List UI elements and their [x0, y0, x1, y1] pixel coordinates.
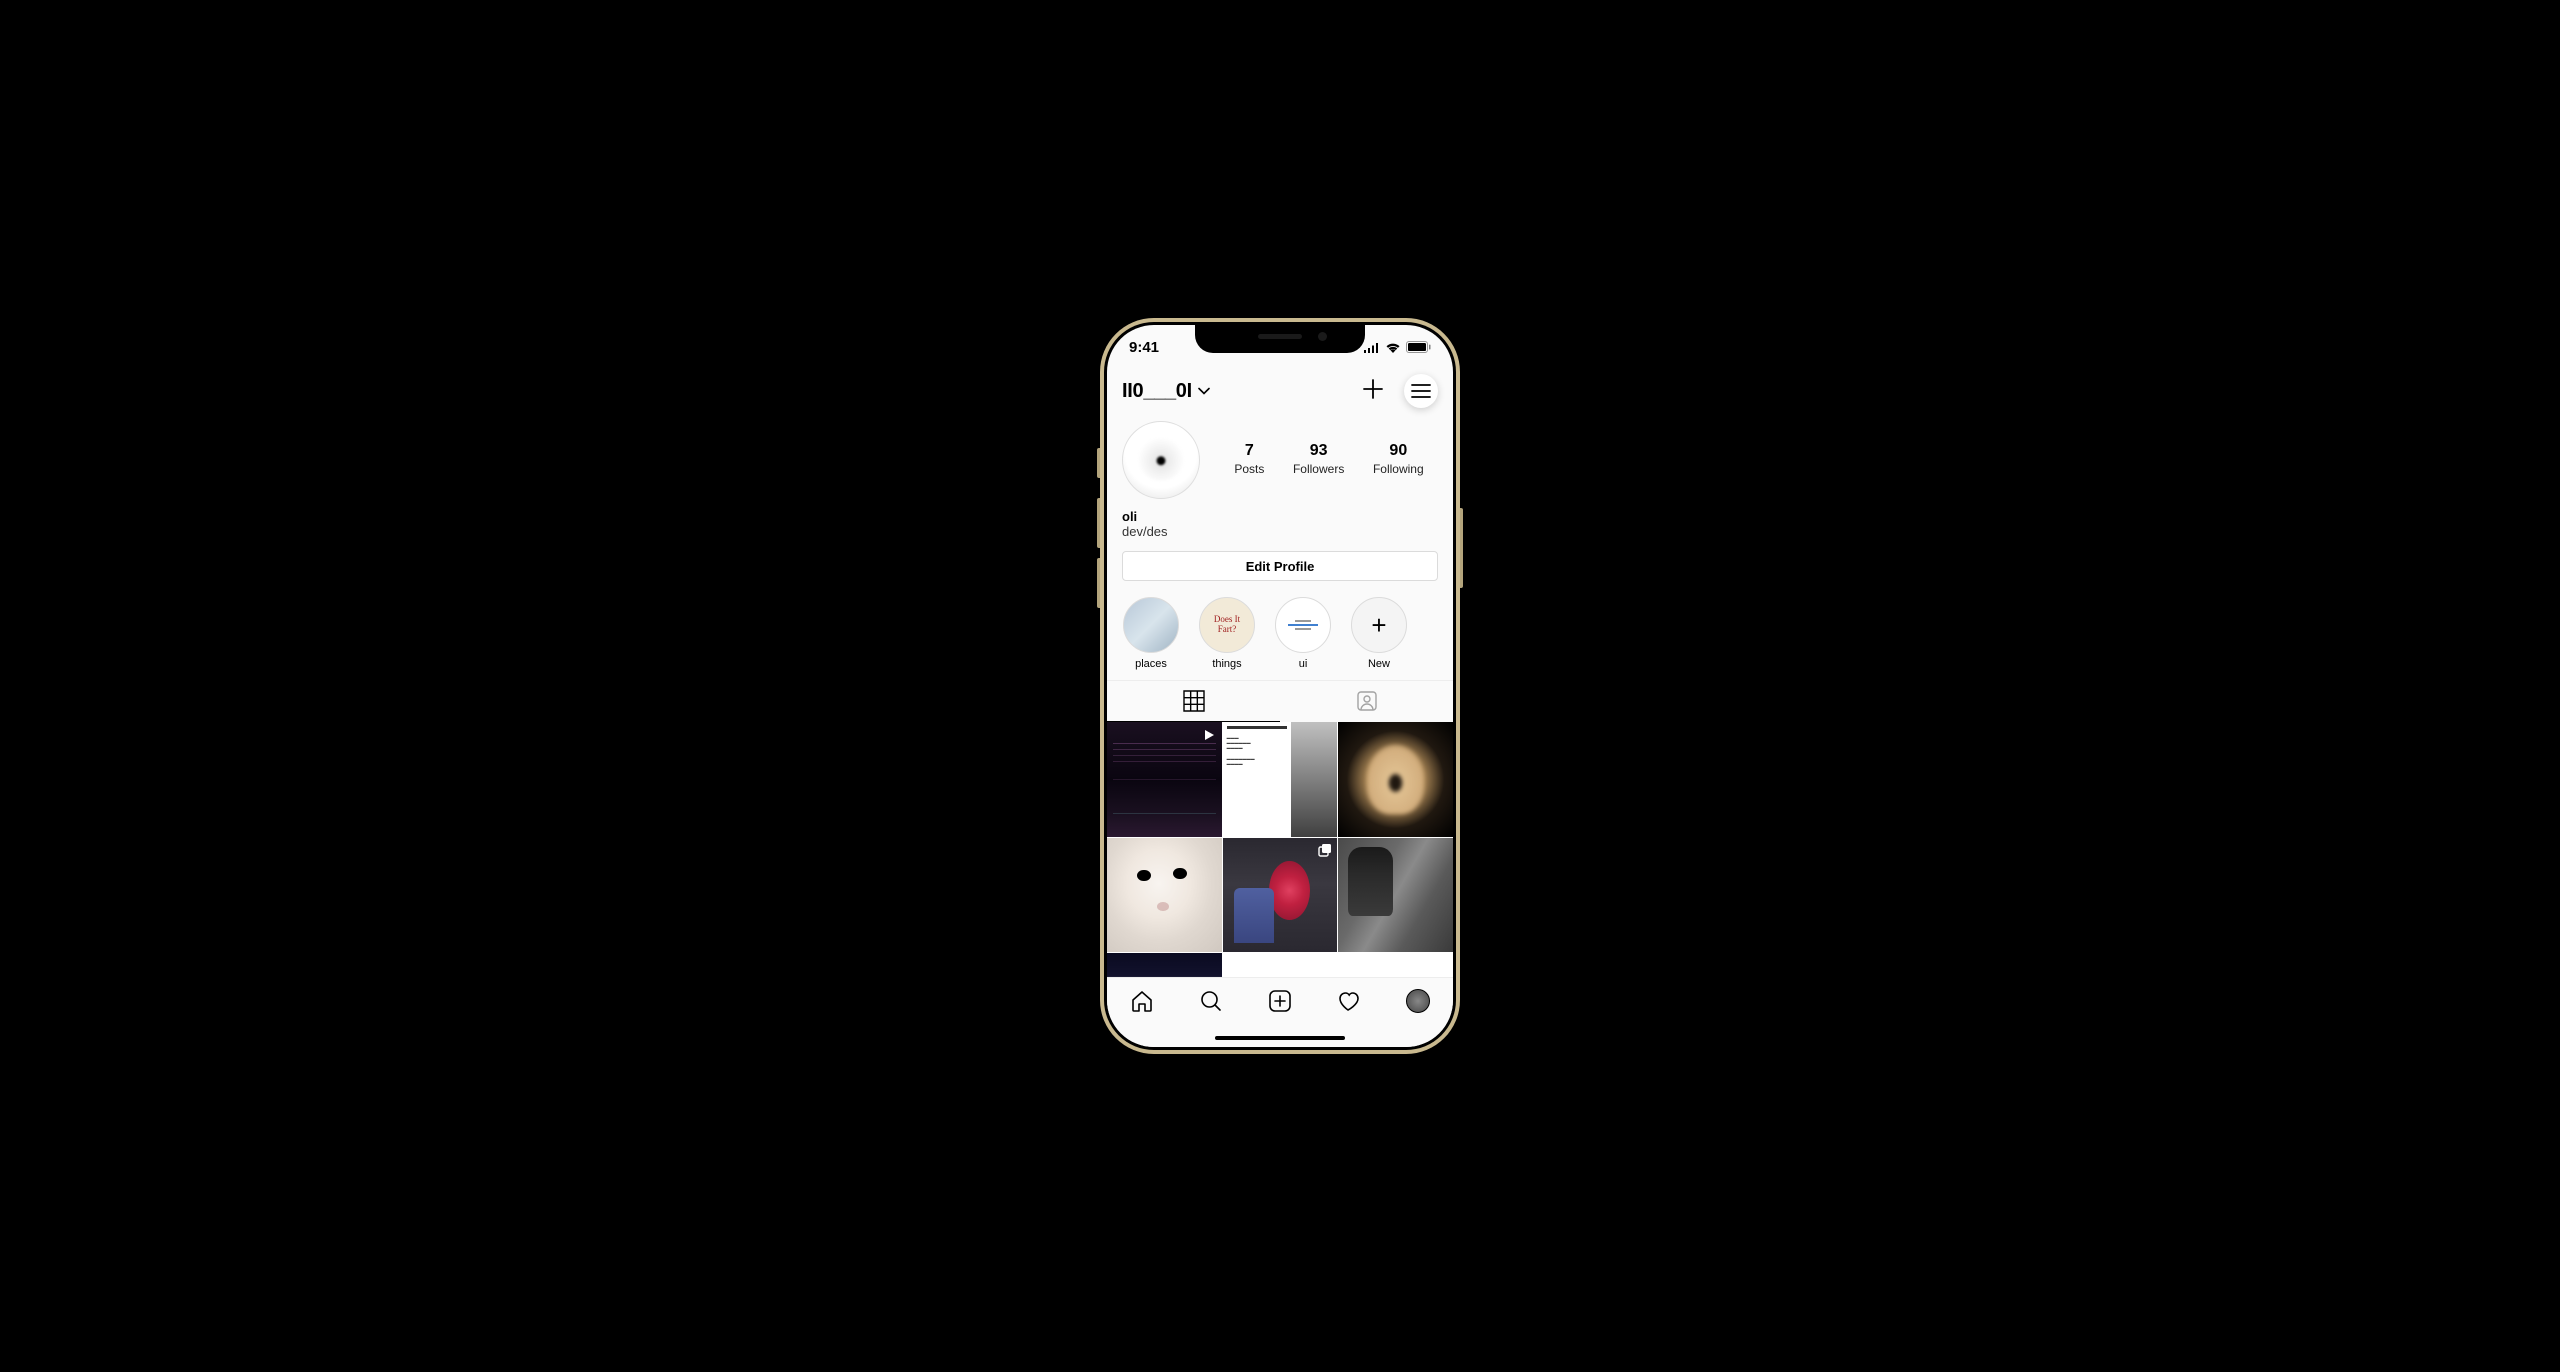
profile-avatar[interactable] — [1122, 421, 1200, 499]
nav-activity[interactable] — [1336, 988, 1362, 1014]
highlight-things[interactable]: Does It Fart? things — [1198, 597, 1256, 670]
stat-count: 7 — [1234, 442, 1264, 460]
stat-label: Followers — [1293, 462, 1344, 476]
highlight-new[interactable]: + New — [1350, 597, 1408, 670]
grid-icon — [1183, 690, 1205, 712]
highlight-label: New — [1350, 658, 1408, 670]
home-indicator[interactable] — [1215, 1036, 1345, 1040]
highlight-ui[interactable]: ui — [1274, 597, 1332, 670]
highlight-label: things — [1198, 658, 1256, 670]
account-switcher[interactable]: II0___0I — [1122, 380, 1210, 403]
create-icon — [1268, 989, 1292, 1013]
posts-grid: ▬▬▬▬▬▬▬▬▬▬▬▬▬▬▬▬▬▬▬▬▬▬▬▬ — [1107, 722, 1453, 977]
stat-count: 90 — [1373, 442, 1424, 460]
phone-notch — [1195, 325, 1365, 353]
profile-bio: oli dev/des — [1107, 509, 1453, 551]
hamburger-icon — [1411, 383, 1431, 399]
profile-view-tabs — [1107, 680, 1453, 722]
post-thumbnail[interactable] — [1107, 838, 1222, 953]
highlight-label: places — [1122, 658, 1180, 670]
create-post-button[interactable] — [1362, 378, 1384, 405]
profile-summary-row: 7 Posts 93 Followers 90 Following — [1107, 413, 1453, 509]
highlight-cover: Does It Fart? — [1199, 597, 1255, 653]
heart-icon — [1337, 989, 1361, 1013]
phone-mute-switch — [1097, 448, 1100, 478]
stat-label: Following — [1373, 462, 1424, 476]
stat-followers[interactable]: 93 Followers — [1293, 442, 1344, 478]
post-thumbnail[interactable] — [1338, 722, 1453, 837]
profile-stats: 7 Posts 93 Followers 90 Following — [1220, 442, 1438, 478]
post-thumbnail[interactable] — [1223, 838, 1338, 953]
phone-power-button — [1460, 508, 1463, 588]
stat-posts[interactable]: 7 Posts — [1234, 442, 1264, 478]
menu-button[interactable] — [1404, 374, 1438, 408]
phone-screen: 9:41 II0___0I — [1107, 325, 1453, 1047]
cellular-signal-icon — [1363, 342, 1380, 353]
battery-icon — [1406, 341, 1431, 353]
chevron-down-icon — [1198, 384, 1210, 398]
plus-icon: + — [1351, 597, 1407, 653]
profile-content[interactable]: 7 Posts 93 Followers 90 Following — [1107, 413, 1453, 977]
post-thumbnail[interactable] — [1107, 953, 1222, 977]
phone-volume-up — [1097, 498, 1100, 548]
highlight-label: ui — [1274, 658, 1332, 670]
profile-bio-text: dev/des — [1122, 524, 1438, 539]
stat-label: Posts — [1234, 462, 1264, 476]
stat-following[interactable]: 90 Following — [1373, 442, 1424, 478]
profile-header: II0___0I — [1107, 369, 1453, 413]
carousel-icon — [1318, 843, 1332, 857]
phone-volume-down — [1097, 558, 1100, 608]
nav-home[interactable] — [1129, 988, 1155, 1014]
edit-profile-label: Edit Profile — [1246, 559, 1315, 574]
wifi-icon — [1385, 342, 1401, 353]
edit-profile-button[interactable]: Edit Profile — [1122, 551, 1438, 581]
post-thumbnail[interactable]: ▬▬▬▬▬▬▬▬▬▬▬▬▬▬▬▬▬▬▬▬▬▬▬▬ — [1223, 722, 1338, 837]
nav-profile[interactable] — [1405, 988, 1431, 1014]
highlight-cover — [1275, 597, 1331, 653]
post-thumbnail[interactable] — [1107, 722, 1222, 837]
tab-tagged[interactable] — [1280, 681, 1453, 722]
nav-search[interactable] — [1198, 988, 1224, 1014]
highlight-cover — [1123, 597, 1179, 653]
profile-display-name: oli — [1122, 509, 1438, 524]
story-highlights[interactable]: places Does It Fart? things ui — [1107, 597, 1453, 680]
status-time: 9:41 — [1129, 339, 1159, 356]
profile-avatar-small — [1406, 989, 1430, 1013]
tagged-icon — [1356, 690, 1378, 712]
post-thumbnail[interactable] — [1338, 838, 1453, 953]
highlight-places[interactable]: places — [1122, 597, 1180, 670]
home-icon — [1130, 989, 1154, 1013]
header-username: II0___0I — [1122, 380, 1192, 403]
tab-grid[interactable] — [1107, 681, 1280, 722]
phone-device-frame: 9:41 II0___0I — [1100, 318, 1460, 1054]
stat-count: 93 — [1293, 442, 1344, 460]
nav-create[interactable] — [1267, 988, 1293, 1014]
video-icon — [1202, 728, 1216, 745]
search-icon — [1199, 989, 1223, 1013]
